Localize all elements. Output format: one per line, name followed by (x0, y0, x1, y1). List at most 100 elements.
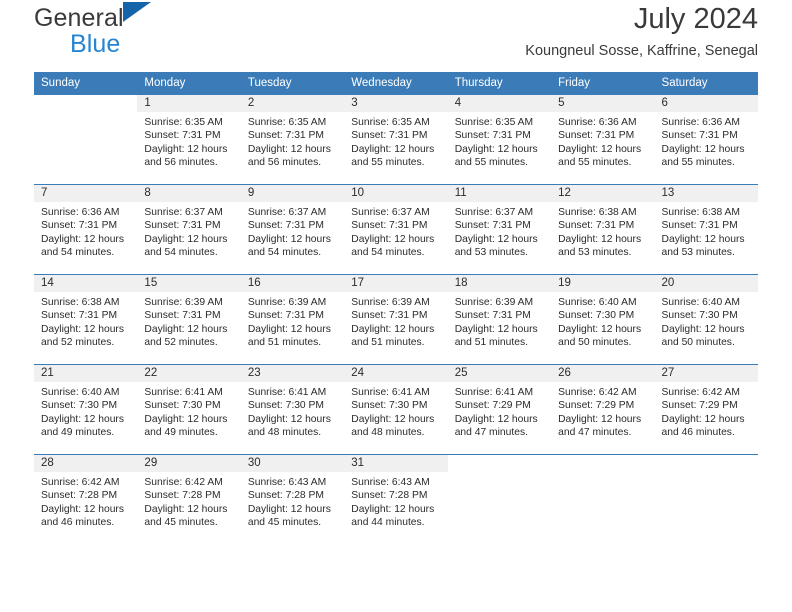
calendar-day-cell[interactable]: 24 Sunrise: 6:41 AM Sunset: 7:30 PM Dayligh… (344, 364, 448, 455)
calendar-day-cell[interactable]: 19 Sunrise: 6:40 AM Sunset: 7:30 PM Dayligh… (551, 274, 655, 365)
calendar-week-row: 7 Sunrise: 6:36 AM Sunset: 7:31 PM Daylight… (34, 184, 758, 275)
day-details: Sunrise: 6:42 AM Sunset: 7:28 PM Daylight:… (137, 472, 240, 529)
day-number: 14 (34, 275, 138, 292)
daylight-text-line2: and 48 minutes. (351, 426, 425, 438)
sunrise-text: Sunrise: 6:35 AM (247, 117, 327, 128)
day-cell-content: 17 Sunrise: 6:39 AM Sunset: 7:31 PM Dayligh… (344, 275, 448, 349)
day-cell-content: 12 Sunrise: 6:38 AM Sunset: 7:31 PM Dayligh… (551, 185, 655, 259)
daylight-text-line2: and 51 minutes. (351, 336, 425, 348)
sunset-text: Sunset: 7:28 PM (144, 490, 221, 502)
day-details: Sunrise: 6:39 AM Sunset: 7:31 PM Daylight:… (241, 292, 344, 349)
calendar-day-cell[interactable]: 3 Sunrise: 6:35 AM Sunset: 7:31 PM Daylight… (344, 94, 448, 185)
logo-text-blue: Blue (70, 30, 121, 58)
daylight-text-line1: Daylight: 12 hours (247, 323, 331, 335)
calendar-cell-empty (447, 454, 552, 545)
daylight-text-line1: Daylight: 12 hours (247, 143, 331, 155)
calendar-day-cell[interactable]: 20 Sunrise: 6:40 AM Sunset: 7:30 PM Dayligh… (654, 274, 758, 365)
calendar-day-cell[interactable]: 29 Sunrise: 6:42 AM Sunset: 7:28 PM Dayligh… (137, 454, 241, 545)
weekday-header-saturday: Saturday (654, 72, 758, 95)
calendar-week-row: 14 Sunrise: 6:38 AM Sunset: 7:31 PM Dayligh… (34, 274, 758, 365)
sunrise-sunset-calendar: Sunday Monday Tuesday Wednesday Thursday Frid… (34, 72, 758, 545)
day-details: Sunrise: 6:37 AM Sunset: 7:31 PM Daylight:… (137, 202, 240, 259)
calendar-day-cell[interactable]: 28 Sunrise: 6:42 AM Sunset: 7:28 PM Dayligh… (34, 454, 138, 545)
weekday-header-thursday: Thursday (447, 72, 552, 95)
calendar-day-cell[interactable]: 26 Sunrise: 6:42 AM Sunset: 7:29 PM Dayligh… (551, 364, 655, 455)
sunset-text: Sunset: 7:30 PM (41, 400, 118, 412)
calendar-day-cell[interactable]: 13 Sunrise: 6:38 AM Sunset: 7:31 PM Dayligh… (654, 184, 758, 275)
calendar-day-cell[interactable]: 23 Sunrise: 6:41 AM Sunset: 7:30 PM Dayligh… (240, 364, 345, 455)
day-number (448, 455, 551, 472)
daylight-text-line2: and 48 minutes. (247, 426, 322, 438)
daylight-text-line2: and 47 minutes. (558, 426, 632, 438)
daylight-text-line1: Daylight: 12 hours (247, 503, 331, 515)
sunset-text: Sunset: 7:31 PM (144, 220, 221, 232)
calendar-day-cell[interactable]: 16 Sunrise: 6:39 AM Sunset: 7:31 PM Dayligh… (240, 274, 345, 365)
general-blue-logo[interactable]: General Blue (34, 0, 151, 58)
calendar-day-cell[interactable]: 5 Sunrise: 6:36 AM Sunset: 7:31 PM Daylight… (551, 94, 655, 185)
calendar-day-cell[interactable]: 2 Sunrise: 6:35 AM Sunset: 7:31 PM Daylight… (240, 94, 345, 185)
sunrise-text: Sunrise: 6:40 AM (41, 387, 120, 398)
sunrise-text: Sunrise: 6:39 AM (351, 297, 430, 308)
day-number: 15 (137, 275, 241, 292)
calendar-week-row: 21 Sunrise: 6:40 AM Sunset: 7:30 PM Dayligh… (34, 364, 758, 455)
calendar-day-cell[interactable]: 12 Sunrise: 6:38 AM Sunset: 7:31 PM Dayligh… (551, 184, 655, 275)
day-number: 25 (447, 365, 552, 382)
sunrise-text: Sunrise: 6:36 AM (41, 207, 120, 218)
weekday-header-tuesday: Tuesday (240, 72, 345, 95)
day-cell-content: 22 Sunrise: 6:41 AM Sunset: 7:30 PM Dayligh… (137, 365, 241, 439)
sunrise-text: Sunrise: 6:39 AM (247, 297, 327, 308)
day-cell-content (551, 455, 654, 472)
day-number: 21 (34, 365, 138, 382)
calendar-day-cell[interactable]: 27 Sunrise: 6:42 AM Sunset: 7:29 PM Dayligh… (654, 364, 758, 455)
calendar-day-cell[interactable]: 21 Sunrise: 6:40 AM Sunset: 7:30 PM Dayligh… (34, 364, 138, 455)
day-details: Sunrise: 6:38 AM Sunset: 7:31 PM Daylight:… (655, 202, 758, 259)
daylight-text-line2: and 54 minutes. (247, 246, 322, 258)
calendar-day-cell[interactable]: 25 Sunrise: 6:41 AM Sunset: 7:29 PM Dayligh… (447, 364, 552, 455)
sunrise-text: Sunrise: 6:43 AM (247, 477, 327, 488)
day-details: Sunrise: 6:37 AM Sunset: 7:31 PM Daylight:… (241, 202, 344, 259)
daylight-text-line1: Daylight: 12 hours (247, 233, 331, 245)
calendar-day-cell[interactable]: 17 Sunrise: 6:39 AM Sunset: 7:31 PM Dayligh… (344, 274, 448, 365)
calendar-day-cell[interactable]: 30 Sunrise: 6:43 AM Sunset: 7:28 PM Dayligh… (240, 454, 345, 545)
calendar-day-cell[interactable]: 4 Sunrise: 6:35 AM Sunset: 7:31 PM Daylight… (447, 94, 552, 185)
daylight-text-line1: Daylight: 12 hours (558, 143, 642, 155)
daylight-text-line1: Daylight: 12 hours (144, 233, 228, 245)
calendar-day-cell[interactable]: 8 Sunrise: 6:37 AM Sunset: 7:31 PM Daylight… (137, 184, 241, 275)
sunrise-text: Sunrise: 6:36 AM (558, 117, 637, 128)
day-number: 3 (344, 95, 448, 112)
day-cell-content: 7 Sunrise: 6:36 AM Sunset: 7:31 PM Daylight… (34, 185, 138, 259)
sunset-text: Sunset: 7:28 PM (351, 490, 428, 502)
daylight-text-line1: Daylight: 12 hours (144, 143, 228, 155)
day-details: Sunrise: 6:43 AM Sunset: 7:28 PM Daylight:… (344, 472, 447, 529)
calendar-day-cell[interactable]: 9 Sunrise: 6:37 AM Sunset: 7:31 PM Daylight… (240, 184, 345, 275)
daylight-text-line2: and 45 minutes. (247, 516, 322, 528)
sunrise-text: Sunrise: 6:37 AM (247, 207, 327, 218)
day-details: Sunrise: 6:40 AM Sunset: 7:30 PM Daylight:… (551, 292, 654, 349)
daylight-text-line2: and 53 minutes. (454, 246, 528, 258)
calendar-day-cell[interactable]: 10 Sunrise: 6:37 AM Sunset: 7:31 PM Dayligh… (344, 184, 448, 275)
calendar-day-cell[interactable]: 1 Sunrise: 6:35 AM Sunset: 7:31 PM Daylight… (137, 94, 241, 185)
sunrise-text: Sunrise: 6:42 AM (661, 387, 740, 398)
day-cell-content: 16 Sunrise: 6:39 AM Sunset: 7:31 PM Dayligh… (240, 275, 345, 349)
day-number: 18 (447, 275, 552, 292)
day-number (551, 455, 654, 472)
sunset-text: Sunset: 7:31 PM (351, 220, 428, 232)
sunset-text: Sunset: 7:31 PM (144, 130, 221, 142)
calendar-day-cell[interactable]: 15 Sunrise: 6:39 AM Sunset: 7:31 PM Dayligh… (137, 274, 241, 365)
calendar-day-cell[interactable]: 11 Sunrise: 6:37 AM Sunset: 7:31 PM Dayligh… (447, 184, 552, 275)
calendar-day-cell[interactable]: 22 Sunrise: 6:41 AM Sunset: 7:30 PM Dayligh… (137, 364, 241, 455)
day-number: 1 (137, 95, 241, 112)
daylight-text-line2: and 54 minutes. (351, 246, 425, 258)
day-number: 9 (240, 185, 345, 202)
calendar-day-cell[interactable]: 18 Sunrise: 6:39 AM Sunset: 7:31 PM Dayligh… (447, 274, 552, 365)
calendar-day-cell[interactable]: 31 Sunrise: 6:43 AM Sunset: 7:28 PM Dayligh… (344, 454, 448, 545)
sunset-text: Sunset: 7:31 PM (144, 310, 221, 322)
calendar-day-cell[interactable]: 7 Sunrise: 6:36 AM Sunset: 7:31 PM Daylight… (34, 184, 138, 275)
daylight-text-line2: and 49 minutes. (41, 426, 115, 438)
calendar-day-cell[interactable]: 6 Sunrise: 6:36 AM Sunset: 7:31 PM Daylight… (654, 94, 758, 185)
sunrise-text: Sunrise: 6:37 AM (144, 207, 223, 218)
calendar-day-cell[interactable]: 14 Sunrise: 6:38 AM Sunset: 7:31 PM Dayligh… (34, 274, 138, 365)
sunset-text: Sunset: 7:28 PM (41, 490, 118, 502)
day-cell-content (34, 95, 137, 112)
daylight-text-line2: and 56 minutes. (144, 156, 218, 168)
